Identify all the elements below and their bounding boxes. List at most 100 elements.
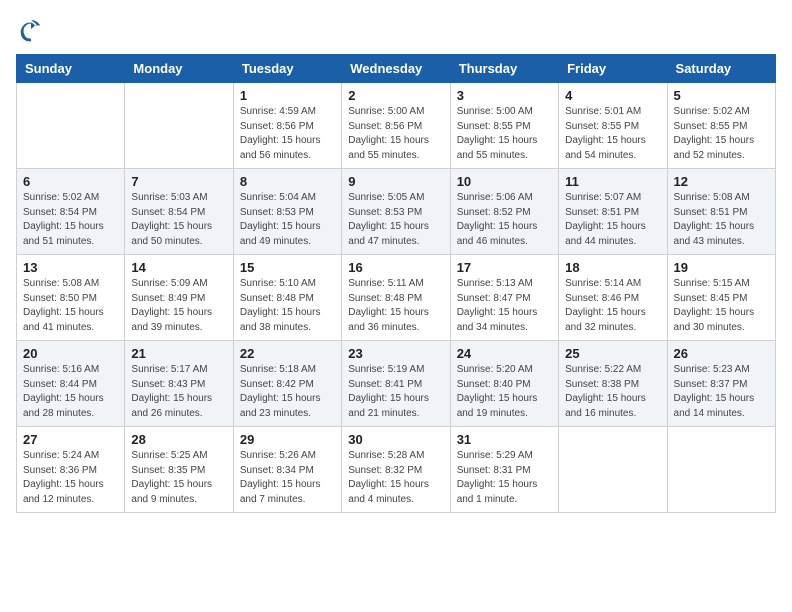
calendar-cell: 28Sunrise: 5:25 AM Sunset: 8:35 PM Dayli… — [125, 427, 233, 513]
calendar-cell: 25 Sunrise: 5:22 AM Sunset: 8:38 PM Dayli… — [559, 341, 667, 427]
calendar-week-3: 13 Sunrise: 5:08 AM Sunset: 8:50 PM Dayli… — [17, 255, 776, 341]
day-info: Sunrise: 5:07 AM Sunset: 8:51 PM Dayligh… — [565, 191, 660, 249]
calendar-week-1: 1Sunrise: 4:59 AM Sunset: 8:56 PM Daylig… — [17, 83, 776, 169]
calendar-cell: 31 Sunrise: 5:29 AM Sunset: 8:31 PM Dayli… — [450, 427, 558, 513]
calendar-cell: 5 Sunrise: 5:02 AM Sunset: 8:55 PM Daylig… — [667, 83, 775, 169]
calendar-cell — [125, 83, 233, 169]
day-info: Sunrise: 4:59 AM Sunset: 8:56 PM Dayligh… — [240, 105, 335, 163]
day-header-tuesday: Tuesday — [233, 55, 341, 83]
day-header-friday: Friday — [559, 55, 667, 83]
day-number: 28 — [131, 432, 226, 447]
calendar-cell: 6Sunrise: 5:02 AM Sunset: 8:54 PM Daylig… — [17, 169, 125, 255]
day-header-thursday: Thursday — [450, 55, 558, 83]
day-number: 14 — [131, 260, 226, 275]
calendar-cell: 29 Sunrise: 5:26 AM Sunset: 8:34 PM Dayli… — [233, 427, 341, 513]
day-info: Sunrise: 5:22 AM Sunset: 8:38 PM Dayligh… — [565, 363, 660, 421]
calendar-cell: 22 Sunrise: 5:18 AM Sunset: 8:42 PM Dayli… — [233, 341, 341, 427]
day-number: 2 — [348, 88, 443, 103]
day-info: Sunrise: 5:26 AM Sunset: 8:34 PM Dayligh… — [240, 449, 335, 507]
day-number: 5 — [674, 88, 769, 103]
day-info: Sunrise: 5:14 AM Sunset: 8:46 PM Dayligh… — [565, 277, 660, 335]
day-header-saturday: Saturday — [667, 55, 775, 83]
day-info: Sunrise: 5:17 AM Sunset: 8:43 PM Dayligh… — [131, 363, 226, 421]
calendar-cell: 21 Sunrise: 5:17 AM Sunset: 8:43 PM Dayli… — [125, 341, 233, 427]
calendar-cell: 26 Sunrise: 5:23 AM Sunset: 8:37 PM Dayli… — [667, 341, 775, 427]
day-info: Sunrise: 5:20 AM Sunset: 8:40 PM Dayligh… — [457, 363, 552, 421]
calendar-cell: 13 Sunrise: 5:08 AM Sunset: 8:50 PM Dayli… — [17, 255, 125, 341]
day-number: 20 — [23, 346, 118, 361]
calendar-cell: 9 Sunrise: 5:05 AM Sunset: 8:53 PM Daylig… — [342, 169, 450, 255]
day-header-wednesday: Wednesday — [342, 55, 450, 83]
calendar-cell: 16Sunrise: 5:11 AM Sunset: 8:48 PM Dayli… — [342, 255, 450, 341]
day-number: 22 — [240, 346, 335, 361]
calendar-cell: 7Sunrise: 5:03 AM Sunset: 8:54 PM Daylig… — [125, 169, 233, 255]
calendar-cell: 14 Sunrise: 5:09 AM Sunset: 8:49 PM Dayli… — [125, 255, 233, 341]
calendar-cell: 30 Sunrise: 5:28 AM Sunset: 8:32 PM Dayli… — [342, 427, 450, 513]
logo-icon — [16, 16, 44, 44]
day-header-monday: Monday — [125, 55, 233, 83]
calendar-cell — [559, 427, 667, 513]
day-number: 10 — [457, 174, 552, 189]
calendar-cell: 15Sunrise: 5:10 AM Sunset: 8:48 PM Dayli… — [233, 255, 341, 341]
day-number: 18 — [565, 260, 660, 275]
day-number: 12 — [674, 174, 769, 189]
day-number: 30 — [348, 432, 443, 447]
day-number: 17 — [457, 260, 552, 275]
page-header — [16, 16, 776, 44]
calendar-cell — [667, 427, 775, 513]
calendar-cell: 20 Sunrise: 5:16 AM Sunset: 8:44 PM Dayli… — [17, 341, 125, 427]
calendar-cell: 2 Sunrise: 5:00 AM Sunset: 8:56 PM Daylig… — [342, 83, 450, 169]
calendar-cell: 17Sunrise: 5:13 AM Sunset: 8:47 PM Dayli… — [450, 255, 558, 341]
day-number: 21 — [131, 346, 226, 361]
calendar-cell: 11 Sunrise: 5:07 AM Sunset: 8:51 PM Dayli… — [559, 169, 667, 255]
day-info: Sunrise: 5:19 AM Sunset: 8:41 PM Dayligh… — [348, 363, 443, 421]
day-number: 3 — [457, 88, 552, 103]
day-info: Sunrise: 5:01 AM Sunset: 8:55 PM Dayligh… — [565, 105, 660, 163]
day-info: Sunrise: 5:16 AM Sunset: 8:44 PM Dayligh… — [23, 363, 118, 421]
day-info: Sunrise: 5:02 AM Sunset: 8:54 PM Dayligh… — [23, 191, 118, 249]
day-info: Sunrise: 5:15 AM Sunset: 8:45 PM Dayligh… — [674, 277, 769, 335]
day-info: Sunrise: 5:24 AM Sunset: 8:36 PM Dayligh… — [23, 449, 118, 507]
calendar-cell: 10 Sunrise: 5:06 AM Sunset: 8:52 PM Dayli… — [450, 169, 558, 255]
calendar-week-4: 20 Sunrise: 5:16 AM Sunset: 8:44 PM Dayli… — [17, 341, 776, 427]
day-number: 11 — [565, 174, 660, 189]
calendar-cell: 8Sunrise: 5:04 AM Sunset: 8:53 PM Daylig… — [233, 169, 341, 255]
calendar-cell: 23 Sunrise: 5:19 AM Sunset: 8:41 PM Dayli… — [342, 341, 450, 427]
day-info: Sunrise: 5:06 AM Sunset: 8:52 PM Dayligh… — [457, 191, 552, 249]
day-info: Sunrise: 5:08 AM Sunset: 8:50 PM Dayligh… — [23, 277, 118, 335]
day-info: Sunrise: 5:04 AM Sunset: 8:53 PM Dayligh… — [240, 191, 335, 249]
day-number: 7 — [131, 174, 226, 189]
calendar-cell — [17, 83, 125, 169]
day-info: Sunrise: 5:00 AM Sunset: 8:55 PM Dayligh… — [457, 105, 552, 163]
day-info: Sunrise: 5:09 AM Sunset: 8:49 PM Dayligh… — [131, 277, 226, 335]
calendar-table: SundayMondayTuesdayWednesdayThursdayFrid… — [16, 54, 776, 513]
day-number: 26 — [674, 346, 769, 361]
day-number: 29 — [240, 432, 335, 447]
calendar-cell: 4Sunrise: 5:01 AM Sunset: 8:55 PM Daylig… — [559, 83, 667, 169]
calendar-cell: 19 Sunrise: 5:15 AM Sunset: 8:45 PM Dayli… — [667, 255, 775, 341]
day-info: Sunrise: 5:23 AM Sunset: 8:37 PM Dayligh… — [674, 363, 769, 421]
day-info: Sunrise: 5:02 AM Sunset: 8:55 PM Dayligh… — [674, 105, 769, 163]
calendar-week-2: 6Sunrise: 5:02 AM Sunset: 8:54 PM Daylig… — [17, 169, 776, 255]
day-number: 9 — [348, 174, 443, 189]
day-number: 24 — [457, 346, 552, 361]
day-info: Sunrise: 5:00 AM Sunset: 8:56 PM Dayligh… — [348, 105, 443, 163]
calendar-cell: 1Sunrise: 4:59 AM Sunset: 8:56 PM Daylig… — [233, 83, 341, 169]
day-number: 13 — [23, 260, 118, 275]
calendar-cell: 27Sunrise: 5:24 AM Sunset: 8:36 PM Dayli… — [17, 427, 125, 513]
calendar-cell: 24 Sunrise: 5:20 AM Sunset: 8:40 PM Dayli… — [450, 341, 558, 427]
calendar-cell: 3 Sunrise: 5:00 AM Sunset: 8:55 PM Daylig… — [450, 83, 558, 169]
calendar-cell: 18 Sunrise: 5:14 AM Sunset: 8:46 PM Dayli… — [559, 255, 667, 341]
day-info: Sunrise: 5:29 AM Sunset: 8:31 PM Dayligh… — [457, 449, 552, 507]
day-info: Sunrise: 5:10 AM Sunset: 8:48 PM Dayligh… — [240, 277, 335, 335]
day-info: Sunrise: 5:08 AM Sunset: 8:51 PM Dayligh… — [674, 191, 769, 249]
day-number: 25 — [565, 346, 660, 361]
day-info: Sunrise: 5:18 AM Sunset: 8:42 PM Dayligh… — [240, 363, 335, 421]
day-number: 16 — [348, 260, 443, 275]
day-number: 19 — [674, 260, 769, 275]
logo — [16, 16, 48, 44]
day-info: Sunrise: 5:05 AM Sunset: 8:53 PM Dayligh… — [348, 191, 443, 249]
day-number: 31 — [457, 432, 552, 447]
day-info: Sunrise: 5:28 AM Sunset: 8:32 PM Dayligh… — [348, 449, 443, 507]
day-number: 23 — [348, 346, 443, 361]
